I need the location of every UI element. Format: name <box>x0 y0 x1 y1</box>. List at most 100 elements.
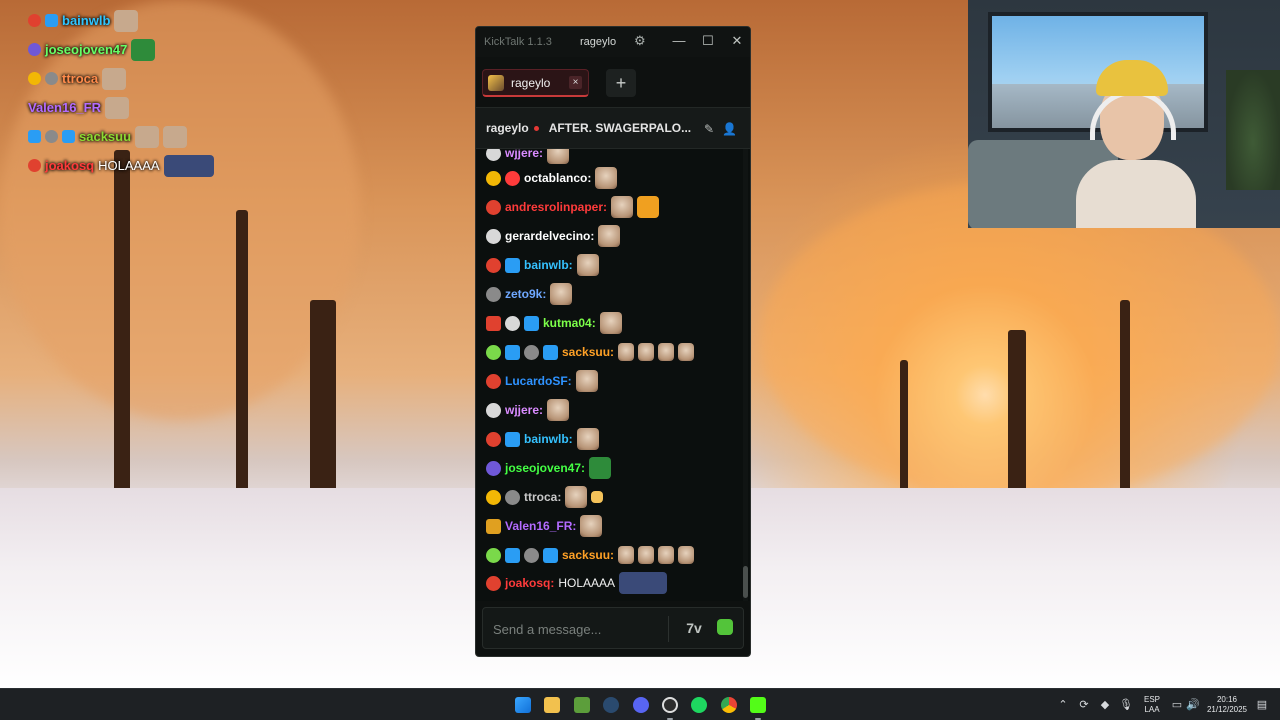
emote-icon <box>163 125 188 148</box>
overlay-username: Valen16_FR <box>28 100 101 115</box>
emote-icon <box>595 167 618 189</box>
chat-username[interactable]: zeto9k: <box>505 287 546 301</box>
emote-icon <box>658 546 675 564</box>
chevron-up-icon[interactable]: ⌃ <box>1056 698 1070 712</box>
emote-icon <box>599 312 622 334</box>
emote-icon <box>618 343 635 361</box>
chat-text: HOLAAAA <box>558 576 616 590</box>
chat-username[interactable]: sacksuu: <box>562 548 614 562</box>
minimize-icon[interactable]: — <box>671 33 687 49</box>
badge-icon <box>28 159 41 172</box>
chat-username[interactable]: joseojoven47: <box>505 461 585 475</box>
kick-emote-icon[interactable] <box>717 619 733 635</box>
badge-icon <box>486 402 501 418</box>
overlay-username: bainwlb <box>62 13 111 28</box>
tab-channel[interactable]: rageylo × <box>482 69 589 97</box>
maximize-icon[interactable]: ☐ <box>700 33 716 49</box>
chat-username[interactable]: kutma04: <box>543 316 596 330</box>
emote-icon <box>589 457 612 479</box>
chat-message[interactable]: wjjere: <box>486 149 570 165</box>
add-tab-button[interactable]: + <box>606 69 636 97</box>
chat-username[interactable]: bainwlb: <box>524 258 573 272</box>
shirt <box>1076 160 1196 228</box>
chat-message[interactable]: zeto9k: <box>486 282 573 306</box>
message-input[interactable] <box>493 618 653 640</box>
sync-icon[interactable]: ⟳ <box>1077 698 1091 712</box>
chat-message[interactable]: Valen16_FR: <box>486 514 603 538</box>
emote-icon <box>565 486 588 508</box>
chat-scrollbar-thumb[interactable] <box>743 566 748 598</box>
chat-username[interactable]: LucardoSF: <box>505 374 572 388</box>
chat-username[interactable]: joakosq: <box>505 576 554 590</box>
chat-message[interactable]: octablanco: <box>486 166 618 190</box>
badge-icon <box>486 431 501 447</box>
windows-start-icon[interactable] <box>515 697 531 713</box>
chat-message[interactable]: bainwlb: <box>486 253 599 277</box>
kick-icon[interactable] <box>750 697 766 713</box>
chat-scrollbar-track[interactable] <box>743 149 748 601</box>
clock[interactable]: 20:16 21/12/2025 <box>1204 695 1250 715</box>
overlay-chat-line: joseojoven47 <box>28 35 248 64</box>
chat-message[interactable]: joseojoven47: <box>486 456 612 480</box>
chat-username[interactable]: wjjere: <box>505 149 543 160</box>
file-explorer-icon[interactable] <box>544 697 560 713</box>
microphone-icon[interactable]: 🎙 <box>1119 698 1133 712</box>
clock-time: 20:16 <box>1216 695 1238 704</box>
taskbar: ⌃ ⟳ ◆ 🎙 ESP LAA ▭ 🔊 20:16 21/12/2025 ▤ <box>0 688 1280 720</box>
chrome-icon[interactable] <box>721 697 737 713</box>
7tv-icon[interactable]: 7v <box>684 618 704 638</box>
chat-message[interactable]: sacksuu: <box>486 340 695 364</box>
minecraft-icon[interactable] <box>574 697 590 713</box>
gear-icon[interactable]: ⚙ <box>634 34 648 48</box>
chat-username[interactable]: Valen16_FR: <box>505 519 576 533</box>
steam-icon[interactable] <box>603 697 619 713</box>
chat-message[interactable]: kutma04: <box>486 311 622 335</box>
badge-icon <box>486 199 501 215</box>
channel-avatar <box>488 74 504 91</box>
overlay-username: joseojoven47 <box>45 42 128 57</box>
chat-message[interactable]: wjjere: <box>486 398 570 422</box>
chat-username[interactable]: gerardelvecino: <box>505 229 594 243</box>
emote-icon <box>102 67 127 90</box>
user-icon[interactable]: 👤 <box>722 122 737 136</box>
chat-message[interactable]: bainwlb: <box>486 427 599 451</box>
volume-icon[interactable]: 🔊 <box>1186 698 1200 712</box>
chat-username[interactable]: octablanco: <box>524 171 591 185</box>
discord-icon[interactable] <box>633 697 649 713</box>
emote-icon <box>678 343 695 361</box>
chat-username[interactable]: sacksuu: <box>562 345 614 359</box>
badge-icon <box>486 489 501 505</box>
chat-message[interactable]: LucardoSF: <box>486 369 598 393</box>
chat-message[interactable]: ttroca: <box>486 485 604 509</box>
language-indicator[interactable]: ESP LAA <box>1140 695 1164 715</box>
pin-icon[interactable]: ✎ <box>702 122 716 136</box>
emote-icon <box>658 343 675 361</box>
close-tab-icon[interactable]: × <box>569 76 582 89</box>
chat-message[interactable]: sacksuu: <box>486 543 695 567</box>
emote-icon <box>576 254 599 276</box>
overlay-message: HOLAAAA <box>98 158 160 173</box>
obs-icon[interactable] <box>662 697 678 713</box>
title-channel-name: rageylo <box>580 36 617 48</box>
network-icon[interactable]: ▭ <box>1170 698 1184 712</box>
chat-username[interactable]: andresrolinpaper: <box>505 200 607 214</box>
streamer-name[interactable]: rageylo <box>486 121 529 135</box>
chat-message[interactable]: gerardelvecino: <box>486 224 621 248</box>
chat-message[interactable]: joakosq: HOLAAAA <box>486 571 668 595</box>
notification-icon[interactable]: ▤ <box>1255 698 1269 712</box>
badge-icon <box>505 489 520 505</box>
chat-username[interactable]: bainwlb: <box>524 432 573 446</box>
chat-message[interactable]: andresrolinpaper: <box>486 195 660 219</box>
close-icon[interactable]: ✕ <box>729 33 745 49</box>
titlebar[interactable]: KickTalk 1.1.3 rageylo ⚙ — ☐ ✕ <box>476 27 750 57</box>
chat-list[interactable]: wjjere: octablanco: andresrolinpaper: ge… <box>476 149 750 601</box>
spotify-icon[interactable] <box>691 697 707 713</box>
chat-username[interactable]: ttroca: <box>524 490 561 504</box>
emote-icon <box>105 96 129 119</box>
emote-icon <box>135 125 160 148</box>
defender-icon[interactable]: ◆ <box>1098 698 1112 712</box>
badge-icon <box>486 257 501 273</box>
hat <box>1096 60 1168 96</box>
emote-icon <box>618 546 635 564</box>
chat-username[interactable]: wjjere: <box>505 403 543 417</box>
